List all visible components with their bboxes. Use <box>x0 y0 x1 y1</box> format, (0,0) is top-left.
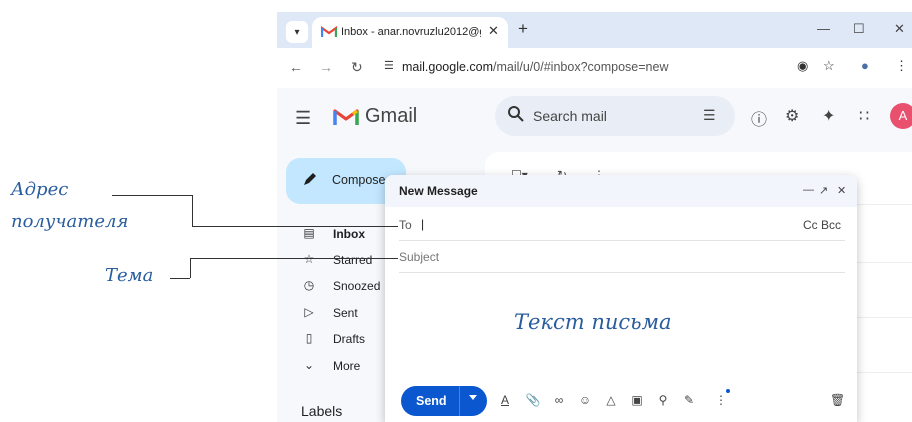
sidebar-item-more[interactable]: ⌄ More <box>277 353 387 379</box>
main-menu-icon[interactable]: ☰ <box>295 108 311 129</box>
subject-placeholder: Subject <box>399 250 440 264</box>
draft-icon: ▯ <box>305 331 313 345</box>
leader-line <box>190 258 398 259</box>
star-icon: ☆ <box>303 252 315 266</box>
cc-bcc-link[interactable]: Cc Bcc <box>803 218 841 232</box>
more-options-icon[interactable]: ⋮ <box>713 393 729 407</box>
minimize-icon[interactable]: — <box>817 21 830 36</box>
figure: ▾ Inbox - anar.novruzlu2012@gm ✕ + — ☐ ✕… <box>0 0 912 422</box>
annotation-subject: Тема <box>105 265 154 286</box>
gmail-wordmark: Gmail <box>365 105 418 127</box>
sidebar-item-drafts[interactable]: ▯ Drafts <box>277 326 387 352</box>
expand-icon[interactable]: ↗ <box>819 184 828 197</box>
text-format-icon[interactable]: A <box>497 393 513 407</box>
sidebar-item-label: Sent <box>333 306 358 320</box>
tab-strip: ▾ Inbox - anar.novruzlu2012@gm ✕ + — ☐ ✕ <box>277 12 912 48</box>
compose-title: New Message <box>399 184 478 198</box>
clock-icon: ◷ <box>303 278 315 292</box>
gear-icon[interactable]: ⚙ <box>785 106 799 126</box>
leader-line <box>192 195 193 226</box>
leader-line <box>192 226 398 227</box>
subject-field[interactable]: Subject <box>399 241 845 273</box>
sidebar-item-sent[interactable]: ▷ Sent <box>277 300 387 326</box>
photo-icon[interactable]: ▣ <box>629 393 645 407</box>
send-divider <box>459 386 460 416</box>
sidebar-item-label: More <box>333 359 361 373</box>
back-arrow-icon[interactable]: ← <box>289 59 303 75</box>
compose-label: Compose <box>332 173 386 187</box>
menu-dots-icon[interactable]: ⋮ <box>895 58 908 74</box>
link-icon[interactable]: ∞ <box>551 393 567 407</box>
send-button[interactable]: Send <box>401 386 487 416</box>
address-bar[interactable]: ☰ mail.google.com/mail/u/0/#inbox?compos… <box>378 53 848 81</box>
forward-arrow-icon[interactable]: → <box>319 59 333 75</box>
tab-title: Inbox - anar.novruzlu2012@gm <box>341 26 481 38</box>
search-options-icon[interactable]: ☰ <box>703 107 716 124</box>
search-box[interactable]: Search mail ☰ <box>495 96 735 136</box>
toolbar: ← → ↻ ☰ mail.google.com/mail/u/0/#inbox?… <box>277 48 912 86</box>
help-icon[interactable]: ⓘ <box>751 106 767 130</box>
trash-icon[interactable]: 🗑 <box>830 393 845 407</box>
signature-pen-icon[interactable]: ✎ <box>681 393 697 407</box>
sidebar-item-snoozed[interactable]: ◷ Snoozed <box>277 273 387 299</box>
drive-icon[interactable]: △ <box>603 393 619 407</box>
gmail-logo-icon[interactable] <box>333 107 359 132</box>
inbox-icon: ▤ <box>303 226 315 240</box>
attach-icon[interactable]: 📎 <box>525 393 541 407</box>
compose-window: New Message — ↗ ✕ To | Cc Bcc Subject Se… <box>385 175 857 422</box>
url-text: mail.google.com/mail/u/0/#inbox?compose=… <box>402 60 669 74</box>
annotation-recipient-line2: получателя <box>11 211 129 232</box>
apps-grid-icon[interactable]: ∷ <box>859 106 869 126</box>
lock-icon[interactable]: ⚲ <box>655 393 671 407</box>
send-options-icon[interactable] <box>469 395 477 400</box>
sidebar-item-label: Inbox <box>333 227 365 241</box>
browser-tab[interactable]: Inbox - anar.novruzlu2012@gm ✕ <box>312 17 508 48</box>
site-settings-icon[interactable]: ☰ <box>384 59 394 72</box>
to-label: To <box>399 218 412 232</box>
search-input[interactable]: Search mail <box>533 108 607 124</box>
maximize-icon[interactable]: ☐ <box>853 21 865 37</box>
sidebar-item-label: Drafts <box>333 332 366 346</box>
minimize-icon[interactable]: — <box>803 184 814 196</box>
to-field[interactable]: To | Cc Bcc <box>399 209 845 241</box>
annotation-recipient-line1: Адрес <box>11 179 69 200</box>
gmail-favicon-icon <box>320 25 338 43</box>
text-cursor: | <box>421 217 425 231</box>
sidebar-item-label: Snoozed <box>333 279 381 293</box>
annotation-body: Текст письма <box>514 310 672 334</box>
send-label: Send <box>416 394 447 408</box>
profile-icon[interactable]: ● <box>861 58 869 73</box>
labels-heading: Labels <box>301 403 343 419</box>
compose-header: New Message — ↗ ✕ <box>385 175 857 207</box>
sidebar-item-label: Starred <box>333 253 373 267</box>
new-tab-icon[interactable]: + <box>518 19 528 39</box>
leader-line <box>190 258 191 278</box>
gemini-sparkle-icon[interactable]: ✦ <box>822 106 835 126</box>
sidebar-item-starred[interactable]: ☆ Starred <box>277 247 387 273</box>
search-icon[interactable] <box>507 105 525 128</box>
star-icon[interactable]: ☆ <box>823 58 835 74</box>
close-icon[interactable]: ✕ <box>488 23 499 39</box>
close-window-icon[interactable]: ✕ <box>894 21 905 37</box>
chevron-down-icon: ▾ <box>294 26 300 38</box>
leader-line <box>112 195 192 196</box>
avatar[interactable]: A <box>890 103 912 129</box>
reload-icon[interactable]: ↻ <box>351 59 363 76</box>
tab-search-button[interactable]: ▾ <box>286 21 308 43</box>
send-icon: ▷ <box>304 305 314 319</box>
emoji-icon[interactable]: ☺ <box>577 393 593 407</box>
chevron-down-icon: ⌄ <box>303 358 315 372</box>
close-icon[interactable]: ✕ <box>837 184 846 197</box>
notification-dot <box>726 389 730 393</box>
leader-line <box>170 278 190 279</box>
eye-icon[interactable]: ◉ <box>797 58 808 74</box>
sidebar-item-inbox[interactable]: ▤ Inbox <box>277 221 387 247</box>
pencil-icon <box>302 171 318 192</box>
